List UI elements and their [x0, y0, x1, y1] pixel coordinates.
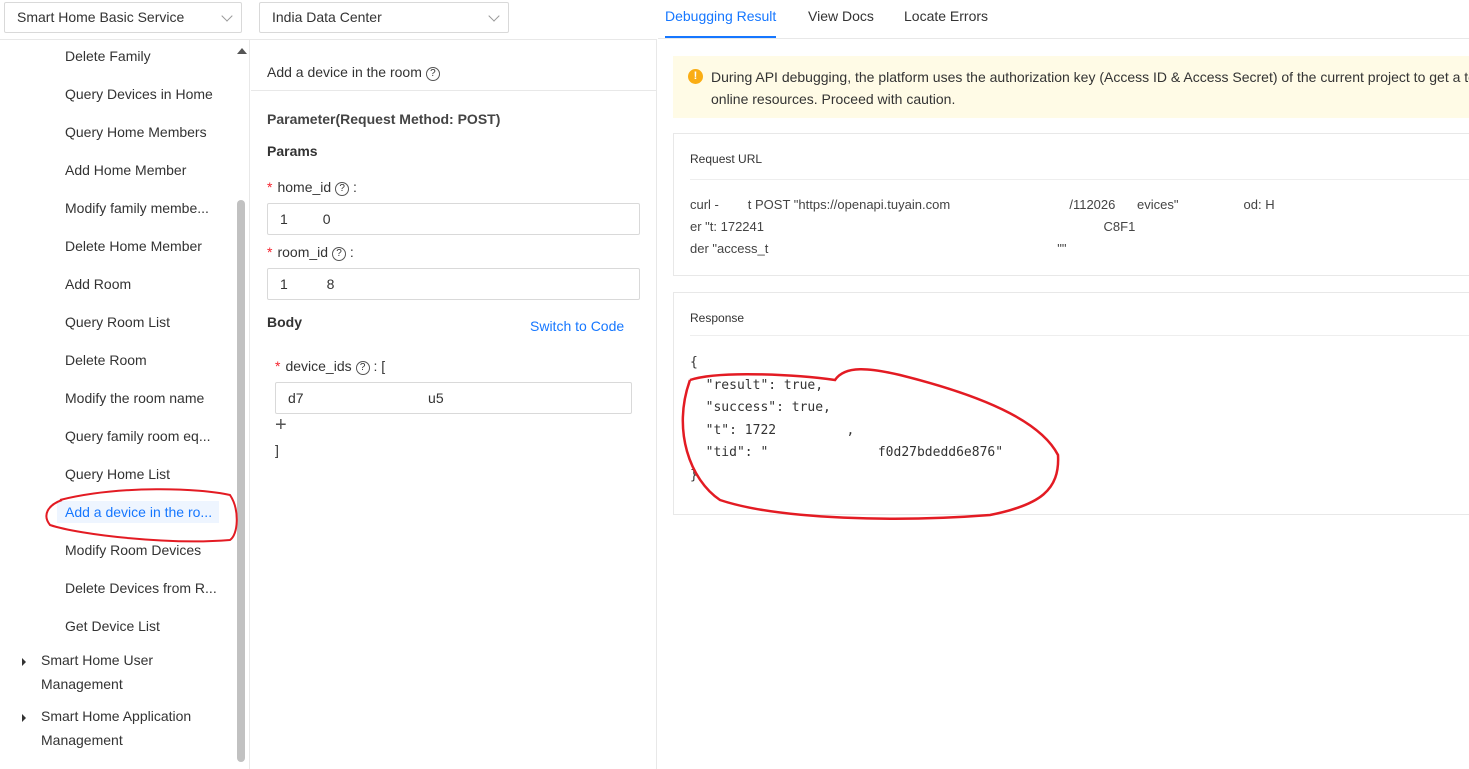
annotation-circle-response [681, 368, 1060, 520]
annotation-overlay [45, 368, 1060, 543]
annotation-circle-sidebar [45, 488, 238, 543]
